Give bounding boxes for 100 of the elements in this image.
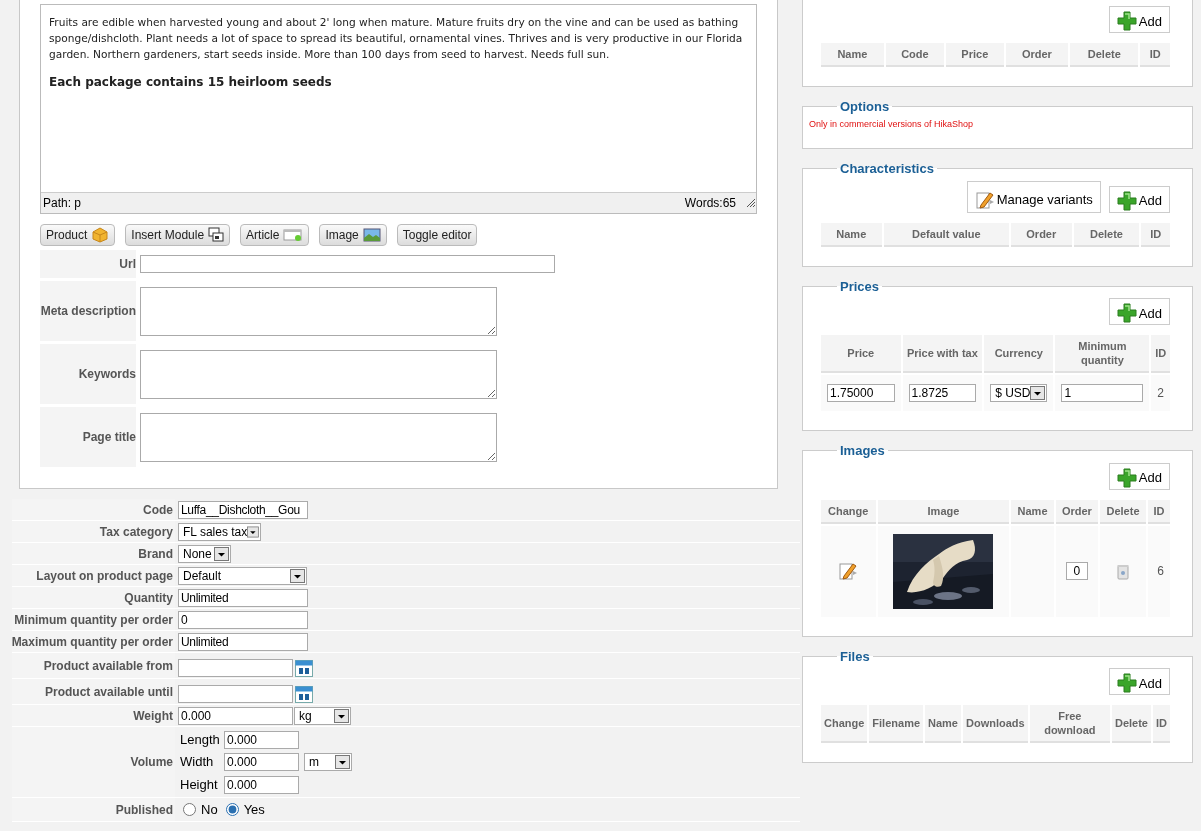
column-header: ID [1140,43,1170,67]
radio-button[interactable] [183,803,196,816]
field-label: Brand [138,545,173,563]
radio-button[interactable] [225,803,239,816]
text-area-field[interactable] [140,412,497,462]
calendar-icon[interactable] [295,660,313,677]
column-header: ID [1147,499,1170,524]
column-header: Currency [984,335,1054,373]
field-label: Minimum quantity per order [14,611,173,629]
field-label: Quantity [124,589,173,607]
column-header: Name [821,222,882,247]
column-header: Name [925,705,961,743]
windows-icon [208,227,225,243]
column-header: Downloads [963,705,1028,743]
editor-button[interactable]: Article [240,224,310,246]
paragraph: Fruits are edible when harvested young and about 2' long when mature. Mature fruits dry on the vine and can be used as bathing sponge/dishcloth. Plant needs a lot of space to spread its beautiful, ornamental vines. Thrives and is very productive in our Florida garden. Northern gardeners, start seeds inside. More than 100 days from seed to harvest. Needs full sun. [49,15,744,62]
date-field[interactable] [178,659,293,677]
article-icon [283,228,304,242]
column-header: Name [821,43,884,67]
path-label: Path: p [43,195,82,212]
column-header: Delete [1073,222,1140,247]
input-field[interactable]: 1.75000 [827,384,895,402]
column-header: Default value [883,222,1009,247]
input-field[interactable]: 0.000 [224,730,299,749]
radio-label: Yes [243,800,265,819]
column-header: Change [821,499,876,524]
field-label: Volume [130,754,173,771]
add-button[interactable]: Add [1108,298,1170,325]
manage-variants-button[interactable]: Manage variants [966,180,1101,213]
field-label: Layout on product page [36,567,173,585]
input-field[interactable]: 0 [178,610,308,629]
field-label: Url [119,256,136,273]
editor-button[interactable]: Toggle editor [396,224,478,246]
add-button[interactable]: Add [1108,6,1170,33]
select-field[interactable]: FL sales tax [178,522,261,541]
input-field[interactable]: 0.000 [224,775,299,794]
input-field[interactable]: 0.000 [178,706,293,725]
edit-icon[interactable] [838,561,859,581]
field-label: Code [143,501,173,519]
select-field[interactable]: Default [178,566,307,585]
image-icon [362,228,381,242]
trash-icon[interactable] [1117,563,1129,580]
column-header: Delete [1100,499,1146,524]
add-button[interactable]: Add [1108,185,1170,213]
field-label: Product available until [44,683,173,701]
word-count: Words:65 [684,195,736,212]
section-title: Files [839,647,871,666]
input-field[interactable]: 1.8725 [908,384,977,402]
dimension-label: Height [179,775,219,794]
column-header: Price [946,43,1004,67]
plus-icon [1116,190,1137,211]
field-label: Weight [133,707,173,725]
currency-select[interactable]: $ USD [990,384,1048,402]
plus-icon [1116,673,1137,693]
column-header: Filename [869,705,924,743]
cell-text: 2 [1157,386,1164,400]
section-title: Options [839,98,891,116]
field-label: Page title [82,429,136,446]
paragraph: Each package contains 15 heirloom seeds [49,74,333,90]
input-field[interactable]: Luffa__Dishcloth__Gou [178,500,308,519]
add-button[interactable]: Add [1108,462,1170,490]
unit-select[interactable]: kg [294,706,351,725]
resize-grip-icon [746,198,756,208]
date-field[interactable] [178,685,293,703]
column-header: Order [1055,499,1099,524]
input-field[interactable]: Unlimited [178,588,308,607]
column-header: Order [1005,43,1069,67]
field-label: Meta description [40,303,136,320]
column-header: ID [1151,335,1170,373]
text-area-field[interactable] [140,286,497,336]
input-field[interactable]: 1 [1061,384,1144,402]
url-field[interactable] [140,255,555,273]
calendar-icon[interactable] [295,686,313,703]
section-title: Images [839,442,886,460]
column-header: Code [885,43,945,67]
text-area-field[interactable] [140,349,497,399]
unit-select[interactable]: m [304,753,352,771]
input-field[interactable]: 0.000 [224,753,299,771]
section-title: Characteristics [839,160,935,178]
plus-icon [1116,11,1137,31]
column-header: Change [821,705,868,743]
dimension-label: Length [179,730,221,749]
column-header: Free download [1029,705,1110,743]
column-header: Price with tax [902,335,983,373]
editor-button[interactable]: Insert Module [125,224,231,246]
editor-button[interactable]: Product [40,224,116,246]
edit-icon [974,189,995,210]
field-label: Product available from [43,657,173,675]
box-icon [91,227,110,243]
column-header: Minimum quantity [1055,335,1150,373]
column-header: ID [1153,705,1170,743]
input-field[interactable]: 0 [1065,562,1088,580]
column-header: Price [821,335,901,373]
editor-button[interactable]: Image [319,224,387,246]
add-button[interactable]: Add [1108,668,1170,695]
radio-label: No [201,800,218,819]
input-field[interactable]: Unlimited [178,632,308,651]
column-header: Delete [1070,43,1139,67]
select-field[interactable]: None [178,544,231,563]
field-label: Published [115,801,173,819]
